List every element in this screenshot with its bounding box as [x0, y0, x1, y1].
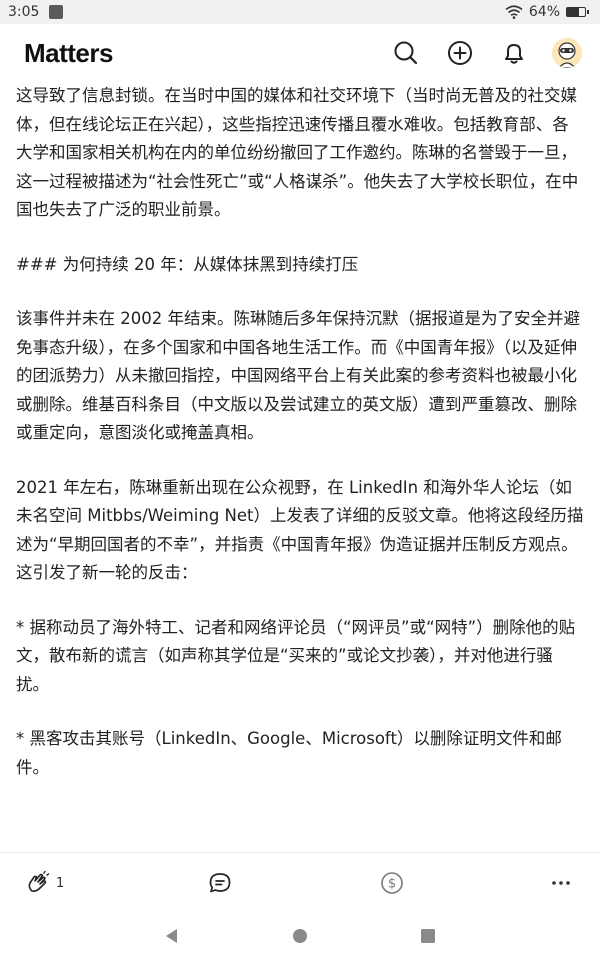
- article-list-item: * 黑客攻击其账号（LinkedIn、Google、Microsoft）以删除证…: [16, 729, 562, 777]
- top-app-bar: Matters: [0, 24, 600, 82]
- article-paragraph: 2021 年左右，陈琳重新出现在公众视野，在 LinkedIn 和海外华人论坛（…: [16, 477, 584, 583]
- article-list-item: * 据称动员了海外特工、记者和网络评论员（“网评员”或“网特”）删除他的贴文，散…: [16, 617, 576, 694]
- article-paragraph: 这导致了信息封锁。在当时中国的媒体和社交环境下（当时尚无普及的社交媒体，但在线论…: [16, 86, 579, 219]
- wifi-icon: [505, 5, 523, 19]
- comment-button[interactable]: [208, 871, 232, 895]
- system-nav-bar: [0, 912, 600, 960]
- article-paragraph: 该事件并未在 2002 年结束。陈琳随后多年保持沉默（据报道是为了安全并避免事态…: [16, 309, 580, 442]
- back-icon: [166, 929, 177, 943]
- article-heading: ### 为何持续 20 年：从媒体抹黑到持续打压: [16, 254, 359, 274]
- notification-icon: [49, 5, 64, 19]
- donate-icon: $: [381, 872, 403, 894]
- battery-icon: [566, 7, 589, 17]
- back-button[interactable]: [162, 926, 182, 946]
- status-time: 3:05: [8, 4, 40, 20]
- compose-icon: [448, 41, 472, 65]
- top-actions: [366, 38, 582, 68]
- matters-logo[interactable]: Matters: [24, 38, 113, 69]
- user-avatar[interactable]: [552, 38, 582, 68]
- article-action-bar: 1 $: [0, 852, 600, 912]
- recent-apps-icon: [421, 929, 435, 943]
- recent-apps-button[interactable]: [418, 926, 438, 946]
- home-button[interactable]: [290, 926, 310, 946]
- svg-text:$: $: [388, 877, 396, 892]
- battery-fill: [567, 8, 579, 16]
- home-icon: [293, 929, 307, 943]
- compose-button[interactable]: [446, 39, 474, 67]
- clap-button[interactable]: 1: [26, 871, 64, 895]
- status-right: 64%: [505, 4, 589, 20]
- clap-count: 1: [56, 875, 65, 891]
- battery-percent: 64%: [528, 4, 560, 20]
- more-button[interactable]: [550, 871, 572, 895]
- avatar-icon: [552, 38, 582, 68]
- comment-icon: [209, 873, 231, 893]
- status-bar: 3:05 64%: [0, 0, 600, 24]
- search-button[interactable]: [392, 39, 420, 67]
- more-icon: [552, 881, 570, 885]
- clap-icon: [28, 871, 50, 892]
- bell-icon: [505, 44, 523, 64]
- search-icon: [394, 41, 418, 65]
- article-body: 这导致了信息封锁。在当时中国的媒体和社交环境下（当时尚无普及的社交媒体，但在线论…: [16, 82, 584, 852]
- donate-button[interactable]: $: [380, 871, 404, 895]
- notifications-button[interactable]: [500, 39, 528, 67]
